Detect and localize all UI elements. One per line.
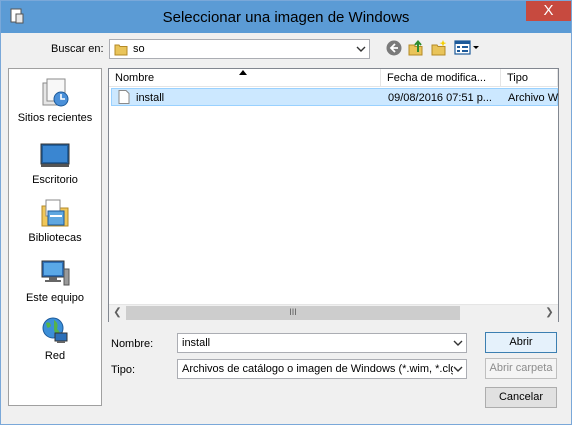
filename-combo[interactable]: install [177, 333, 467, 353]
file-row-install[interactable]: install 09/08/2016 07:51 p... Archivo W [111, 88, 558, 106]
filename-value: install [182, 337, 211, 349]
place-label: Escritorio [32, 174, 78, 186]
computer-icon [41, 260, 70, 286]
place-desktop[interactable]: Escritorio [9, 139, 101, 191]
view-menu-icon[interactable] [454, 39, 480, 57]
recent-places-icon [42, 78, 69, 107]
look-in-label: Buscar en: [51, 43, 104, 55]
window-title: Seleccionar una imagen de Windows [162, 9, 410, 26]
filename-label: Nombre: [111, 338, 154, 350]
look-in-combo[interactable]: so [109, 39, 370, 59]
place-recent[interactable]: Sitios recientes [9, 77, 101, 129]
file-type: Archivo W [508, 92, 558, 104]
place-label: Sitios recientes [17, 112, 93, 124]
place-label: Bibliotecas [28, 232, 82, 244]
filetype-label: Tipo: [111, 364, 136, 376]
desktop-icon [40, 143, 70, 167]
filetype-select[interactable]: Archivos de catálogo o imagen de Windows… [177, 359, 467, 379]
horizontal-scrollbar[interactable]: ❮ III ❯ [109, 304, 558, 322]
open-folder-button[interactable]: Abrir carpeta [485, 358, 557, 379]
up-folder-icon[interactable] [407, 39, 425, 57]
place-this-pc[interactable]: Este equipo [9, 257, 101, 309]
place-label: Este equipo [25, 292, 85, 304]
chevron-down-icon [453, 363, 463, 375]
sort-up-icon [239, 70, 247, 75]
place-libraries[interactable]: Bibliotecas [9, 197, 101, 249]
scroll-left-arrow[interactable]: ❮ [109, 307, 126, 320]
places-bar: Sitios recientes Escritorio Bibliotecas … [8, 68, 102, 406]
column-header-date[interactable]: Fecha de modifica... [381, 69, 501, 87]
cancel-button[interactable]: Cancelar [485, 387, 557, 408]
chevron-down-icon [453, 340, 463, 346]
place-network[interactable]: Red [9, 315, 101, 367]
file-name: install [136, 92, 165, 104]
filetype-value: Archivos de catálogo o imagen de Windows… [182, 363, 453, 375]
open-button[interactable]: Abrir [485, 332, 557, 353]
chevron-down-icon [356, 46, 366, 52]
column-header-type[interactable]: Tipo [501, 69, 558, 87]
back-icon[interactable] [385, 39, 403, 57]
file-list[interactable]: Nombre Fecha de modifica... Tipo install… [108, 68, 559, 322]
file-date: 09/08/2016 07:51 p... [388, 92, 492, 104]
folder-icon [114, 44, 128, 56]
title-bar[interactable]: Seleccionar una imagen de Windows X [1, 1, 571, 33]
libraries-icon [41, 199, 69, 227]
scroll-grip: III [289, 307, 297, 317]
file-icon [118, 90, 130, 104]
look-in-value: so [133, 43, 145, 55]
close-button[interactable]: X [526, 1, 571, 21]
column-header-name[interactable]: Nombre [109, 69, 381, 87]
scroll-thumb[interactable]: III [126, 306, 460, 320]
network-icon [42, 317, 68, 343]
place-label: Red [44, 350, 66, 362]
scroll-right-arrow[interactable]: ❯ [541, 307, 558, 320]
new-folder-icon[interactable] [430, 39, 448, 57]
